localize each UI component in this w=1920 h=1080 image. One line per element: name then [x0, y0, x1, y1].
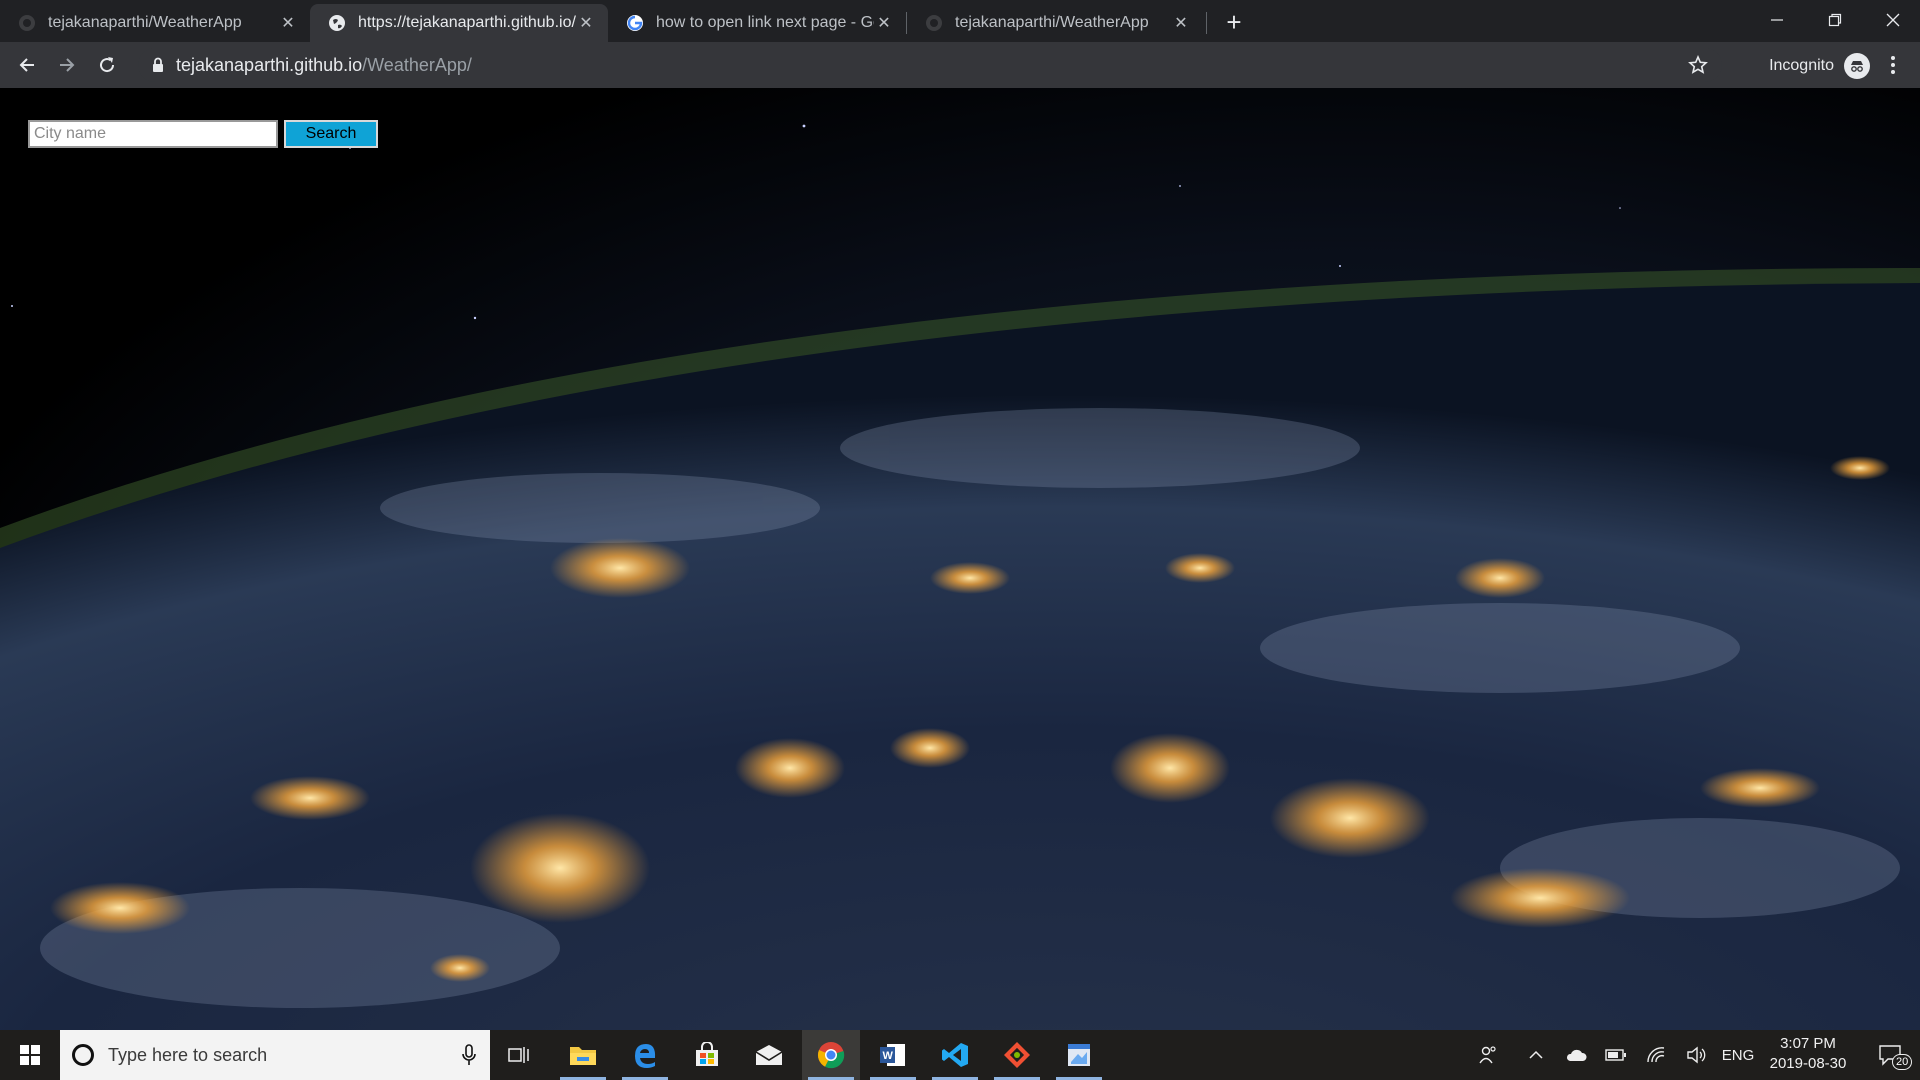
weather-app-page: Search [0, 88, 1920, 1030]
notification-count-badge: 20 [1892, 1054, 1913, 1070]
earth-night-background [0, 124, 1920, 1030]
cortana-icon [72, 1044, 94, 1066]
cloud-icon [1566, 1049, 1587, 1061]
taskbar-search-box[interactable]: Type here to search [60, 1030, 490, 1080]
store-icon [696, 1042, 718, 1066]
action-center-button[interactable]: 20 [1862, 1030, 1918, 1080]
close-icon[interactable]: ✕ [576, 13, 596, 33]
task-view-icon [508, 1047, 529, 1063]
forward-arrow-icon [60, 58, 75, 72]
microphone-icon[interactable] [462, 1044, 476, 1071]
forward-button[interactable] [52, 50, 82, 80]
url-path: /WeatherApp/ [362, 54, 472, 75]
back-button[interactable] [12, 50, 42, 80]
close-icon[interactable]: ✕ [874, 13, 894, 33]
tab-strip: tejakanaparthi/WeatherApp ✕ https://teja… [0, 0, 1920, 42]
language-label: ENG [1721, 1046, 1755, 1064]
tab-google-search[interactable]: how to open link next page - Go ✕ [608, 4, 906, 42]
taskbar-clock[interactable]: 3:07 PM 2019-08-30 [1758, 1034, 1858, 1074]
file-explorer-icon [570, 1047, 596, 1065]
menu-button[interactable] [1878, 50, 1908, 80]
tab-title: tejakanaparthi/WeatherApp [48, 14, 242, 31]
network-button[interactable] [1640, 1030, 1672, 1080]
file-explorer-button[interactable] [554, 1030, 612, 1080]
address-bar[interactable]: tejakanaparthi.github.io/WeatherApp/ [138, 48, 1722, 82]
tab-github-weatherapp-1[interactable]: tejakanaparthi/WeatherApp ✕ [0, 4, 310, 42]
people-icon [1479, 1046, 1496, 1064]
reload-button[interactable] [92, 50, 122, 80]
volume-button[interactable] [1680, 1030, 1712, 1080]
mail-button[interactable] [740, 1030, 798, 1080]
input-language-button[interactable]: ENG [1718, 1030, 1758, 1080]
battery-button[interactable] [1600, 1030, 1632, 1080]
people-button[interactable] [1470, 1030, 1506, 1080]
browser-toolbar: tejakanaparthi.github.io/WeatherApp/ Inc… [0, 42, 1920, 88]
google-icon [626, 14, 644, 32]
more-vert-icon [1891, 56, 1895, 74]
paint-icon [1068, 1044, 1090, 1066]
new-tab-button[interactable]: + [1220, 7, 1248, 37]
url-text: tejakanaparthi.github.io/WeatherApp/ [176, 55, 472, 76]
close-icon[interactable]: ✕ [1171, 13, 1191, 33]
url-host: tejakanaparthi.github.io [176, 54, 363, 75]
close-window-button[interactable] [1864, 0, 1920, 40]
wifi-icon [1647, 1047, 1665, 1063]
tab-title: https://tejakanaparthi.github.io/W [358, 14, 576, 31]
globe-icon [328, 14, 346, 32]
vscode-icon [942, 1043, 968, 1067]
tab-title: tejakanaparthi/WeatherApp [955, 14, 1149, 31]
task-view-button[interactable] [490, 1030, 548, 1080]
paint-button[interactable] [1050, 1030, 1108, 1080]
tab-weatherapp-site[interactable]: https://tejakanaparthi.github.io/W ✕ [310, 4, 608, 42]
github-icon [925, 14, 943, 32]
tab-separator [1206, 12, 1207, 34]
clock-date: 2019-08-30 [1769, 1055, 1847, 1072]
tab-title: how to open link next page - Go [656, 14, 874, 31]
search-button[interactable]: Search [284, 120, 378, 148]
svg-text:W: W [883, 1050, 894, 1062]
incognito-label: Incognito [1769, 57, 1834, 74]
edge-button[interactable] [616, 1030, 674, 1080]
tab-github-weatherapp-2[interactable]: tejakanaparthi/WeatherApp ✕ [907, 4, 1203, 42]
mail-icon [755, 1045, 783, 1065]
battery-icon [1605, 1049, 1626, 1061]
restore-button[interactable] [1806, 0, 1864, 40]
windows-logo-icon [20, 1045, 40, 1065]
show-hidden-icons-button[interactable] [1520, 1030, 1552, 1080]
city-search-form: Search [28, 120, 378, 148]
chrome-button[interactable] [802, 1030, 860, 1080]
taskbar-search-placeholder: Type here to search [108, 1044, 268, 1065]
git-icon [1004, 1042, 1030, 1068]
lock-icon [152, 57, 164, 73]
clock-time: 3:07 PM [1780, 1035, 1836, 1052]
chrome-icon [817, 1042, 845, 1069]
minimize-button[interactable] [1748, 0, 1806, 40]
back-arrow-icon [19, 58, 34, 72]
incognito-icon [1844, 53, 1870, 79]
city-name-input[interactable] [28, 120, 278, 148]
onedrive-button[interactable] [1560, 1030, 1592, 1080]
edge-icon [635, 1044, 656, 1068]
word-button[interactable]: W [864, 1030, 922, 1080]
word-icon: W [880, 1044, 905, 1066]
speaker-icon [1687, 1046, 1706, 1064]
github-icon [18, 14, 36, 32]
store-button[interactable] [678, 1030, 736, 1080]
reload-icon [100, 57, 115, 73]
bookmark-star-icon[interactable] [1688, 54, 1708, 80]
git-button[interactable] [988, 1030, 1046, 1080]
close-icon[interactable]: ✕ [278, 13, 298, 33]
incognito-indicator[interactable]: Incognito [1769, 53, 1870, 79]
start-button[interactable] [0, 1030, 60, 1080]
windows-taskbar: Type here to search W ENG 3:07 PM 2019-0… [0, 1030, 1920, 1080]
vscode-button[interactable] [926, 1030, 984, 1080]
chevron-up-icon [1529, 1050, 1543, 1059]
